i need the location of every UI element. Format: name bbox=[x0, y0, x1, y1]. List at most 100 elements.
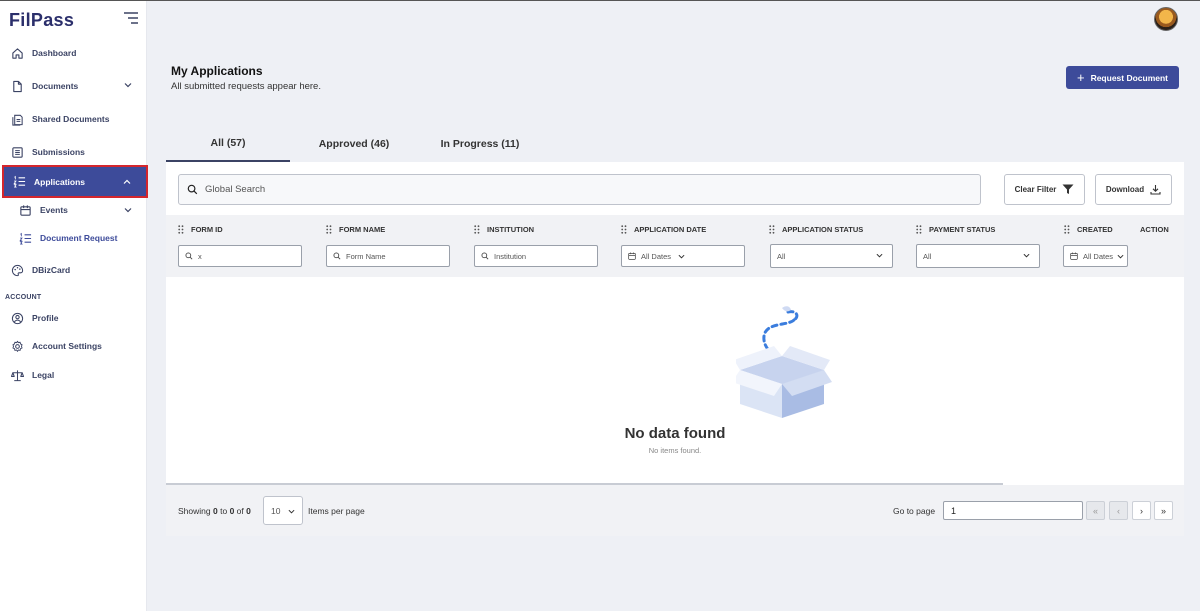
first-page-button[interactable]: « bbox=[1086, 501, 1105, 520]
tab-all[interactable]: All (57) bbox=[166, 126, 290, 162]
sidebar-item-account-settings[interactable]: Account Settings bbox=[0, 332, 147, 360]
column-header-application-status[interactable]: APPLICATION STATUS bbox=[769, 225, 863, 234]
application-date-filter[interactable]: All Dates bbox=[621, 245, 745, 267]
items-per-page-select[interactable]: 10 bbox=[263, 496, 303, 525]
column-header-label: ACTION bbox=[1140, 225, 1169, 234]
section-label-account: ACCOUNT bbox=[5, 294, 42, 301]
column-header-label: APPLICATION STATUS bbox=[782, 225, 864, 234]
tab-in-progress[interactable]: In Progress (11) bbox=[418, 126, 542, 162]
sidebar-item-label: Submissions bbox=[32, 147, 85, 157]
request-document-button[interactable]: + Request Document bbox=[1066, 66, 1179, 89]
sidebar-item-label: DBizCard bbox=[32, 265, 71, 275]
filpass-logo[interactable]: FilPass bbox=[9, 10, 74, 31]
items-per-page-label: Items per page bbox=[308, 506, 365, 516]
palette-icon bbox=[11, 264, 24, 276]
created-date-filter[interactable]: All Dates bbox=[1063, 245, 1128, 267]
home-icon bbox=[12, 47, 23, 59]
column-header-payment-status[interactable]: PAYMENT STATUS bbox=[916, 225, 995, 234]
form-id-filter-input[interactable]: x bbox=[178, 245, 302, 267]
gear-icon bbox=[12, 340, 23, 352]
form-name-filter-input[interactable]: Form Name bbox=[326, 245, 450, 267]
chevron-down-icon bbox=[124, 208, 132, 213]
drag-handle-icon[interactable] bbox=[916, 225, 922, 234]
filter-value: All bbox=[923, 251, 932, 261]
search-icon bbox=[185, 252, 193, 260]
sidebar-item-dbizcard[interactable]: DBizCard bbox=[0, 256, 147, 284]
clear-filter-label: Clear Filter bbox=[1014, 185, 1057, 194]
previous-page-button[interactable]: ‹ bbox=[1109, 501, 1128, 520]
table-header: FORM ID x FORM NAME Form Name INSTITUTIO… bbox=[166, 215, 1184, 277]
drag-handle-icon[interactable] bbox=[178, 225, 184, 234]
sidebar-item-label: Shared Documents bbox=[32, 114, 110, 124]
column-header-label: INSTITUTION bbox=[487, 225, 535, 234]
global-search-input[interactable]: Global Search bbox=[178, 174, 981, 205]
filter-clear-icon bbox=[1062, 184, 1074, 194]
clear-filter-button[interactable]: Clear Filter bbox=[1004, 174, 1085, 205]
column-header-application-date[interactable]: APPLICATION DATE bbox=[621, 225, 706, 234]
empty-box-illustration bbox=[736, 306, 832, 418]
drag-handle-icon[interactable] bbox=[621, 225, 627, 234]
filter-value: All Dates bbox=[1083, 251, 1114, 261]
payment-status-select[interactable]: All bbox=[916, 244, 1040, 268]
institution-filter-input[interactable]: Institution bbox=[474, 245, 598, 267]
sidebar-item-profile[interactable]: Profile bbox=[0, 304, 147, 332]
next-page-button[interactable]: › bbox=[1132, 501, 1151, 520]
sidebar-item-legal[interactable]: Legal bbox=[0, 361, 147, 389]
tab-approved[interactable]: Approved (46) bbox=[292, 126, 416, 162]
sidebar-item-label: Applications bbox=[34, 176, 86, 187]
request-document-label: Request Document bbox=[1090, 72, 1169, 83]
sidebar-item-documents[interactable]: Documents bbox=[0, 72, 147, 100]
column-header-institution[interactable]: INSTITUTION bbox=[474, 225, 534, 234]
filter-value: All Dates bbox=[641, 251, 672, 261]
chevron-up-icon bbox=[123, 179, 131, 184]
per-page-value: 10 bbox=[271, 505, 281, 516]
sidebar-item-applications[interactable]: Applications bbox=[2, 165, 148, 198]
sidebar-item-label: Dashboard bbox=[32, 48, 77, 58]
table-footer: Showing 0 to 0 of 0 10 Items per page Go… bbox=[166, 485, 1184, 536]
application-status-select[interactable]: All bbox=[770, 244, 893, 268]
plus-icon: + bbox=[1076, 70, 1085, 85]
search-icon bbox=[333, 252, 341, 260]
filter-placeholder: Institution bbox=[494, 251, 527, 261]
download-button[interactable]: Download bbox=[1095, 174, 1172, 205]
list-icon bbox=[13, 175, 26, 188]
chevron-down-icon bbox=[1023, 253, 1030, 258]
drag-handle-icon[interactable] bbox=[474, 225, 480, 234]
document-icon bbox=[13, 80, 22, 92]
chevron-down-icon bbox=[124, 83, 132, 88]
go-to-page-input[interactable]: 1 bbox=[943, 501, 1083, 520]
drag-handle-icon[interactable] bbox=[769, 225, 775, 234]
submissions-icon bbox=[12, 146, 23, 158]
last-page-button[interactable]: » bbox=[1154, 501, 1173, 520]
list-icon bbox=[19, 232, 32, 244]
empty-state-subtitle: No items found. bbox=[648, 446, 702, 455]
sidebar-item-dashboard[interactable]: Dashboard bbox=[0, 39, 147, 67]
sidebar-item-shared-documents[interactable]: Shared Documents bbox=[0, 105, 147, 133]
column-header-label: APPLICATION DATE bbox=[634, 225, 707, 234]
go-to-page-label: Go to page bbox=[893, 506, 936, 516]
calendar-icon bbox=[1070, 252, 1078, 260]
user-avatar[interactable] bbox=[1154, 7, 1178, 31]
drag-handle-icon[interactable] bbox=[1064, 225, 1070, 234]
sidebar-item-events[interactable]: Events bbox=[0, 197, 147, 223]
column-header-form-id[interactable]: FORM ID bbox=[178, 225, 223, 234]
column-header-created[interactable]: CREATED bbox=[1064, 225, 1113, 234]
column-header-label: FORM NAME bbox=[339, 225, 386, 234]
chevron-down-icon bbox=[678, 254, 685, 259]
filter-value: x bbox=[198, 251, 202, 261]
sidebar-item-submissions[interactable]: Submissions bbox=[0, 138, 147, 166]
sidebar-item-label: Document Request bbox=[40, 233, 118, 243]
column-header-label: FORM ID bbox=[191, 225, 223, 234]
menu-toggle-icon[interactable] bbox=[124, 12, 138, 24]
drag-handle-icon[interactable] bbox=[326, 225, 332, 234]
user-icon bbox=[11, 312, 24, 324]
page-subtitle: All submitted requests appear here. bbox=[171, 81, 321, 92]
column-header-label: PAYMENT STATUS bbox=[929, 225, 996, 234]
applications-table-card: Global Search Clear Filter Download FORM… bbox=[166, 162, 1184, 536]
search-icon bbox=[187, 184, 198, 195]
column-header-form-name[interactable]: FORM NAME bbox=[326, 225, 385, 234]
sidebar-item-document-request[interactable]: Document Request bbox=[0, 225, 147, 251]
sidebar-item-label: Profile bbox=[32, 313, 59, 323]
empty-state-title: No data found bbox=[624, 425, 726, 442]
window-top-border bbox=[0, 0, 1200, 1]
